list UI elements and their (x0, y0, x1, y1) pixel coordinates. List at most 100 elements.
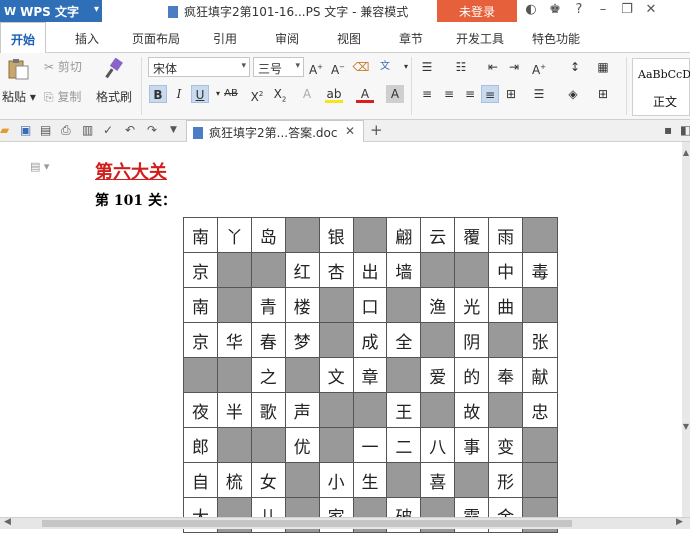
redo-icon[interactable]: ↷ (147, 123, 157, 137)
grid-cell: 自 (184, 463, 218, 498)
paste-icon[interactable] (7, 58, 31, 80)
grid-block-cell (523, 463, 558, 498)
shirt-icon[interactable]: ♚ (546, 2, 564, 17)
save-icon[interactable]: ▣ (20, 123, 31, 137)
align-left-icon[interactable]: ≡ (418, 85, 436, 103)
grid-cell: 优 (285, 428, 320, 463)
layout-icon[interactable]: ▪ (664, 123, 672, 137)
bold-icon[interactable]: B (149, 85, 167, 103)
output-pdf-icon[interactable]: ▤ (40, 123, 51, 137)
format-painter-icon[interactable] (102, 58, 126, 80)
grid-cell: 梳 (217, 463, 252, 498)
char-shading-icon[interactable]: A (386, 85, 404, 103)
line-spacing-icon[interactable]: A+ (530, 58, 548, 77)
font-size-select[interactable]: 三号 ▾ (253, 57, 304, 77)
grow-font-icon[interactable]: A+ (307, 58, 325, 77)
chevron-down-icon[interactable]: ▾ (397, 58, 415, 76)
font-name-select[interactable]: 宋体 ▾ (148, 57, 250, 77)
format-painter-button[interactable]: 格式刷 (96, 88, 132, 105)
panel-icon[interactable]: ◧ (680, 123, 690, 137)
distributed-icon[interactable]: ⊞ (502, 85, 520, 103)
spell-check-icon[interactable]: ✓ (103, 123, 113, 137)
sort-icon[interactable]: ↕ (566, 58, 584, 76)
new-tab-icon[interactable]: + (370, 121, 383, 139)
clear-format-icon[interactable]: ⌫ (352, 58, 370, 76)
superscript-icon[interactable]: X2 (248, 85, 266, 104)
strikethrough-icon[interactable]: AB (222, 85, 240, 103)
minimize-icon[interactable]: – (594, 2, 612, 17)
grid-cell: 小 (319, 463, 354, 498)
grid-block-cell (489, 323, 524, 358)
grid-block-cell (523, 218, 558, 253)
grid-block-cell (455, 253, 490, 288)
horizontal-scrollbar[interactable]: ◀ ▶ (0, 517, 690, 529)
italic-icon[interactable]: I (170, 85, 188, 103)
grid-cell: 奉 (489, 358, 524, 393)
text-effect-icon[interactable]: A (298, 85, 316, 103)
login-button[interactable]: 未登录 (437, 0, 517, 22)
tab-review[interactable]: 审阅 (275, 30, 299, 47)
tab-home[interactable]: 开始 (0, 22, 47, 53)
document-tab-title: 疯狂填字2第...答案.doc (209, 126, 338, 140)
shading-icon[interactable]: ◈ (564, 85, 582, 103)
tab-references[interactable]: 引用 (213, 30, 237, 47)
undo-icon[interactable]: ↶ (125, 123, 135, 137)
scrollbar-thumb[interactable] (42, 520, 572, 527)
align-right-icon[interactable]: ≡ (461, 85, 479, 103)
copy-button[interactable]: ⎘ 复制 (44, 88, 81, 105)
app-menu-button[interactable]: W WPS 文字 ▾ (0, 0, 102, 22)
phonetic-guide-icon[interactable]: 文 (376, 58, 394, 76)
style-normal-gallery-item[interactable]: AaBbCcDd 正文 (632, 58, 690, 116)
highlight-icon[interactable]: ab (325, 85, 343, 103)
tab-chapter[interactable]: 章节 (399, 30, 423, 47)
tab-developer[interactable]: 开发工具 (456, 30, 504, 47)
scroll-left-icon[interactable]: ◀ (4, 517, 11, 527)
grid-cell: 丫 (217, 218, 252, 253)
align-center-icon[interactable]: ≡ (440, 85, 458, 103)
tab-insert[interactable]: 插入 (75, 30, 99, 47)
justify-icon[interactable]: ≡ (481, 85, 499, 103)
skin-icon[interactable]: ◐ (522, 2, 540, 17)
font-color-icon[interactable]: A (356, 85, 374, 103)
paste-button[interactable]: 粘贴 ▾ (2, 88, 36, 105)
paragraph-spacing-icon[interactable]: ☰ (530, 85, 548, 103)
open-folder-icon[interactable]: ▰ (0, 123, 9, 137)
increase-indent-icon[interactable]: ⇥ (505, 58, 523, 76)
tab-special-features[interactable]: 特色功能 (532, 30, 580, 47)
scroll-up-icon[interactable]: ▲ (682, 148, 690, 157)
close-icon[interactable]: ✕ (642, 2, 660, 17)
subscript-icon[interactable]: X2 (271, 85, 289, 103)
crossword-grid: 南丫岛银翩云覆雨京红杏出墙中毒南青楼口渔光曲京华春梦成全阴张之文章爱的奉献夜半歌… (183, 217, 558, 533)
grid-cell: 云 (421, 218, 456, 253)
vertical-scrollbar[interactable]: ▲ ▼ (682, 142, 690, 517)
borders-icon[interactable]: ⊞ (594, 85, 612, 103)
grid-block-cell (421, 323, 456, 358)
tab-page-layout[interactable]: 页面布局 (132, 30, 180, 47)
shrink-font-icon[interactable]: A− (329, 58, 347, 77)
document-canvas[interactable]: ▤ ▾ 第六大关 第 101 关： 南丫岛银翩云覆雨京红杏出墙中毒南青楼口渔光曲… (0, 142, 682, 533)
tab-view[interactable]: 视图 (337, 30, 361, 47)
chevron-down-icon[interactable]: ▼ (170, 125, 177, 135)
scroll-right-icon[interactable]: ▶ (676, 517, 683, 527)
grid-block-cell (217, 358, 252, 393)
document-tab[interactable]: 疯狂填字2第...答案.doc ✕ (186, 120, 364, 142)
underline-icon[interactable]: U (191, 85, 209, 103)
numbering-icon[interactable]: ☷ (452, 58, 470, 76)
grid-cell: 夜 (184, 393, 218, 428)
help-icon[interactable]: ? (570, 2, 588, 17)
table-icon[interactable]: ▦ (594, 58, 612, 76)
close-icon[interactable]: ✕ (345, 124, 355, 138)
grid-cell: 雨 (489, 218, 524, 253)
cut-button[interactable]: ✂ 剪切 (44, 58, 82, 75)
grid-cell: 南 (184, 218, 218, 253)
print-icon[interactable]: ⎙ (61, 123, 71, 138)
grid-cell: 王 (387, 393, 422, 428)
grid-cell: 中 (489, 253, 524, 288)
grid-cell: 京 (184, 253, 218, 288)
bullets-icon[interactable]: ☰ (418, 58, 436, 76)
grid-block-cell (421, 253, 456, 288)
scroll-down-icon[interactable]: ▼ (682, 422, 690, 431)
print-preview-icon[interactable]: ▥ (82, 123, 93, 137)
decrease-indent-icon[interactable]: ⇤ (484, 58, 502, 76)
restore-icon[interactable]: ❐ (618, 2, 636, 17)
